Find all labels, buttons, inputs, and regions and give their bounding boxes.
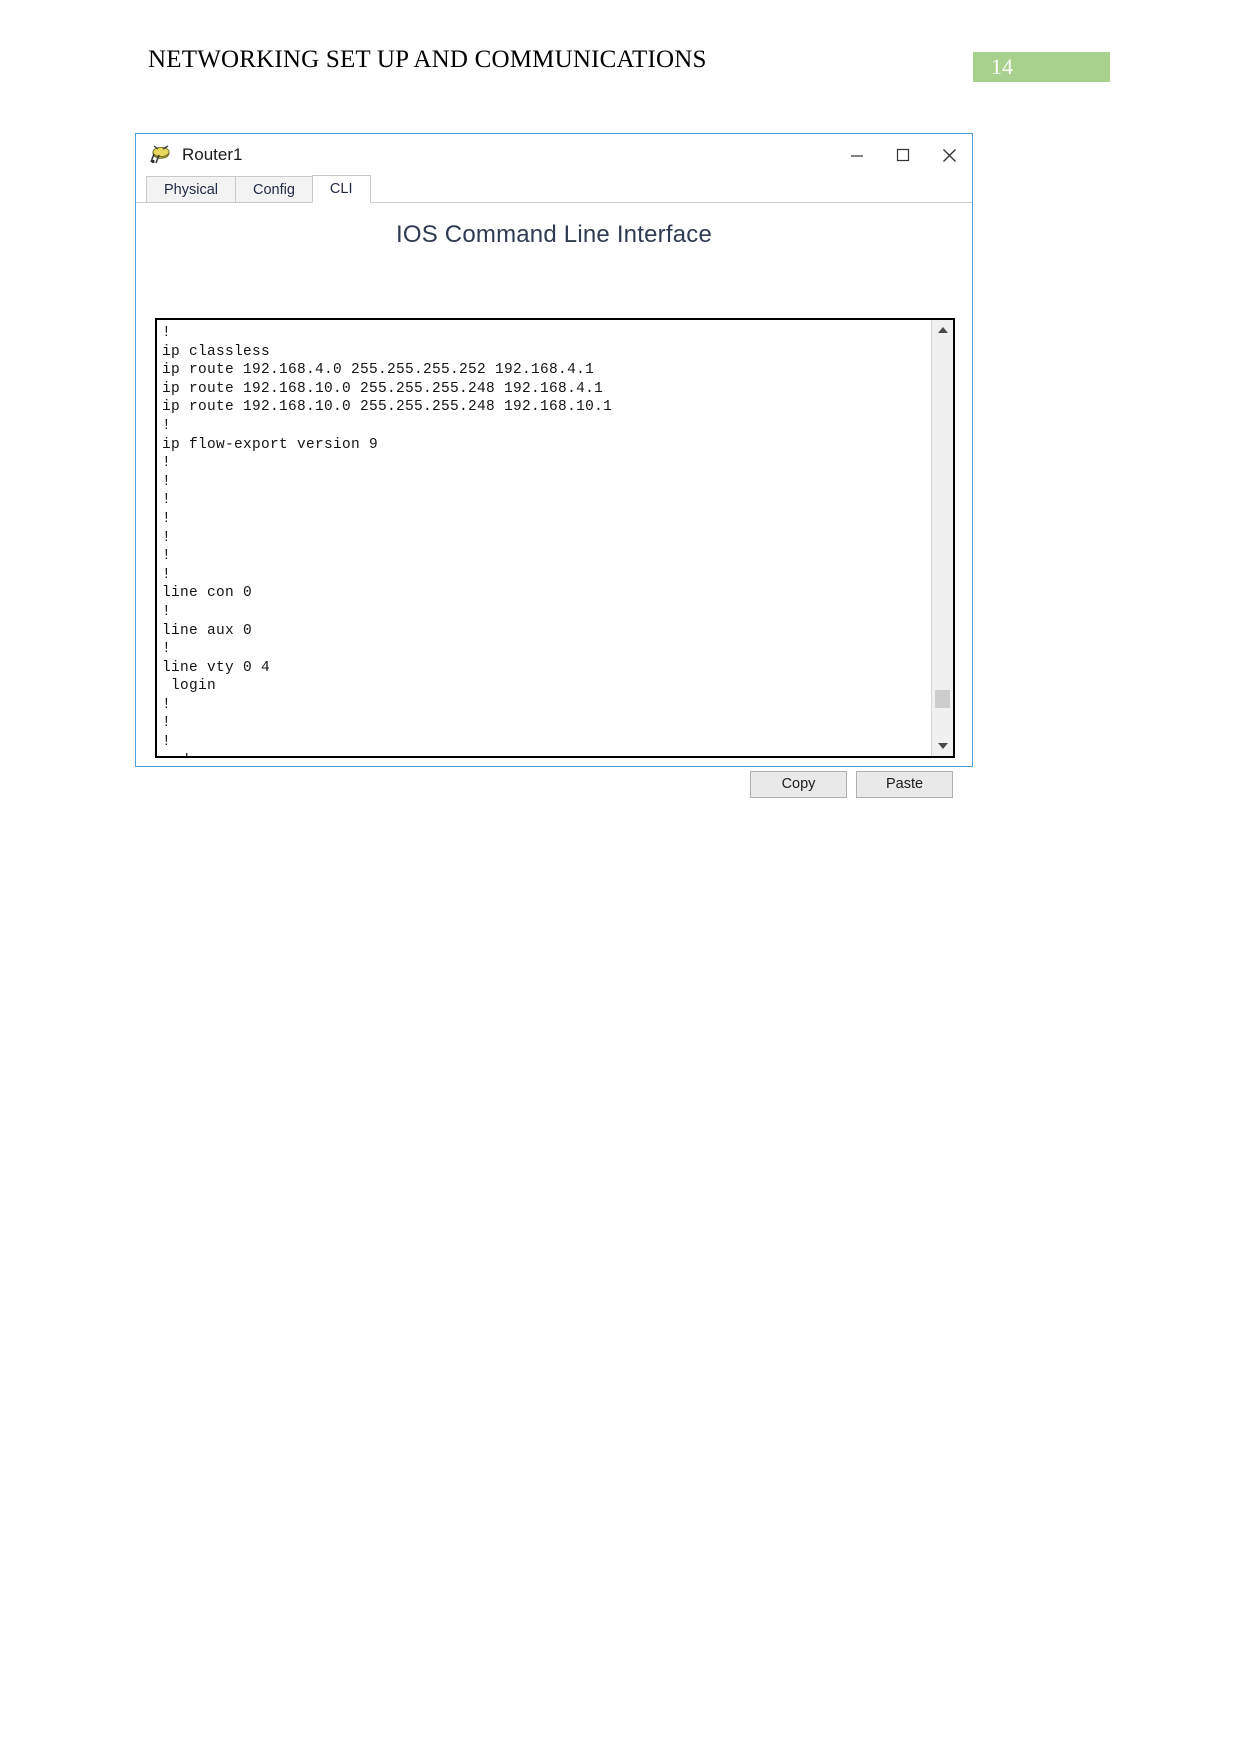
- page-title: NETWORKING SET UP AND COMMUNICATIONS: [148, 46, 707, 73]
- document-header: NETWORKING SET UP AND COMMUNICATIONS 14: [0, 46, 1241, 90]
- page-number-text: 14: [991, 54, 1013, 79]
- chevron-up-icon[interactable]: [932, 320, 953, 340]
- window-titlebar: Router1: [136, 134, 972, 176]
- window-title: Router1: [182, 145, 243, 164]
- scrollbar-thumb[interactable]: [935, 690, 950, 708]
- cli-panel-title: IOS Command Line Interface: [395, 221, 713, 248]
- cli-console[interactable]: ! ip classless ip route 192.168.4.0 255.…: [155, 318, 955, 758]
- paste-button[interactable]: Paste: [856, 771, 953, 798]
- close-icon[interactable]: [926, 134, 972, 176]
- router-icon: [150, 145, 172, 165]
- page-number-badge: 14: [973, 52, 1110, 82]
- tab-physical[interactable]: Physical: [146, 176, 236, 202]
- router-window: Router1 Physical Config CLI IOS Command …: [135, 133, 973, 798]
- window-controls: [834, 134, 972, 176]
- minimize-icon[interactable]: [834, 134, 880, 176]
- cli-panel: IOS Command Line Interface ! ip classles…: [136, 203, 972, 798]
- tab-config[interactable]: Config: [235, 176, 313, 202]
- cli-scrollbar[interactable]: [931, 320, 953, 756]
- tab-cli[interactable]: CLI: [311, 175, 371, 203]
- cli-action-buttons: Copy Paste: [750, 771, 953, 798]
- maximize-icon[interactable]: [880, 134, 926, 176]
- copy-button[interactable]: Copy: [750, 771, 847, 798]
- cli-output-text[interactable]: ! ip classless ip route 192.168.4.0 255.…: [157, 320, 931, 756]
- chevron-down-icon[interactable]: [932, 736, 953, 756]
- tab-strip: Physical Config CLI: [136, 175, 972, 203]
